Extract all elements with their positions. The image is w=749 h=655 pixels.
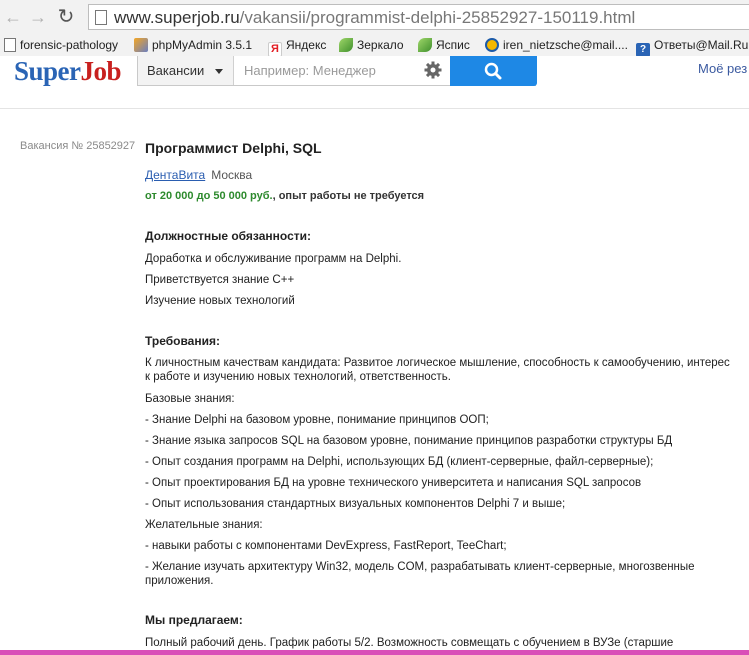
reload-icon[interactable]: ↻	[55, 6, 77, 28]
bookmark-label: Яндекс	[286, 38, 327, 52]
url-path: /vakansii/programmist-delphi-25852927-15…	[239, 8, 636, 27]
basic-knowledge-item: - Знание языка запросов SQL на базовом у…	[145, 435, 673, 447]
logo-part-super: Super	[14, 56, 81, 86]
basic-knowledge-item: - Опыт проектирования БД на уровне техни…	[145, 477, 642, 489]
bookmark-label: Ответы@Mail.Ru	[654, 38, 749, 52]
offer-text: Полный рабочий день. График работы 5/2. …	[145, 637, 674, 649]
bookmark-forensic-pathology[interactable]: forensic-pathology	[4, 37, 118, 53]
bookmark-phpmyadmin[interactable]: phpMyAdmin 3.5.1	[134, 37, 252, 53]
yandex-icon: Я	[268, 42, 282, 57]
duties-heading: Должностные обязанности:	[145, 229, 311, 243]
bookmark-yandex[interactable]: Я Яндекс	[268, 37, 326, 57]
back-arrow-icon[interactable]: ←	[2, 6, 24, 28]
mirror-icon	[339, 38, 353, 52]
bookmark-label: phpMyAdmin 3.5.1	[152, 38, 253, 52]
logo-part-job: Job	[80, 56, 122, 86]
category-select[interactable]: Вакансии	[138, 56, 234, 85]
chevron-down-icon	[215, 69, 223, 74]
search-input[interactable]	[234, 56, 434, 85]
bookmark-mail[interactable]: iren_nietzsche@mail....	[485, 37, 628, 53]
vacancy-title: Программист Delphi, SQL	[145, 140, 322, 156]
salary-value: от 20 000 до 50 000 руб.	[145, 190, 273, 202]
basic-knowledge-item: - Опыт создания программ на Delphi, испо…	[145, 456, 654, 468]
desired-knowledge-item: - навыки работы с компонентами DevExpres…	[145, 540, 507, 552]
salary-line: от 20 000 до 50 000 руб., опыт работы не…	[145, 190, 424, 202]
forward-arrow-icon[interactable]: →	[27, 6, 49, 28]
bookmark-yaspis[interactable]: Яспис	[418, 37, 470, 53]
my-resume-link[interactable]: Моё рез	[698, 61, 747, 76]
desired-knowledge-item: - Желание изучать архитектуру Win32, мод…	[145, 561, 695, 587]
requirements-heading: Требования:	[145, 334, 220, 348]
answers-icon: ?	[636, 43, 650, 57]
bookmark-label: Яспис	[436, 38, 470, 52]
site-header: SuperJob Вакансии Моё рез	[0, 56, 749, 109]
document-icon	[4, 38, 16, 52]
basic-knowledge-item: - Знание Delphi на базовом уровне, поним…	[145, 414, 489, 426]
requirements-intro: К личностным качествам кандидата: Развит…	[145, 357, 730, 383]
phpmyadmin-icon	[134, 38, 148, 52]
company-line: ДентаВита Москва	[145, 168, 252, 182]
bookmarks-bar: forensic-pathology phpMyAdmin 3.5.1 Я Янд…	[0, 34, 749, 57]
search-icon	[484, 62, 502, 80]
page-icon	[95, 10, 107, 25]
bookmark-label: Зеркало	[357, 38, 404, 52]
bookmark-answers[interactable]: ? Ответы@Mail.Ru	[636, 37, 748, 57]
experience-text: , опыт работы не требуется	[272, 190, 425, 202]
duty-item: Приветствуется знание С++	[145, 274, 295, 286]
gear-icon[interactable]	[423, 60, 443, 80]
bookmark-label: forensic-pathology	[20, 38, 119, 52]
offer-heading: Мы предлагаем:	[145, 613, 243, 627]
company-link[interactable]: ДентаВита	[145, 168, 205, 182]
browser-toolbar: ← → ↻ www.superjob.ru/vakansii/programmi…	[0, 0, 749, 34]
basic-knowledge-label: Базовые знания:	[145, 393, 235, 405]
superjob-logo[interactable]: SuperJob	[14, 56, 122, 87]
vacancy-number: Вакансия № 25852927	[20, 140, 136, 152]
duty-item: Изучение новых технологий	[145, 295, 295, 307]
bookmark-label: iren_nietzsche@mail....	[503, 38, 628, 52]
search-button[interactable]	[450, 56, 537, 86]
desired-knowledge-label: Желательные знания:	[145, 519, 263, 531]
url-text[interactable]: www.superjob.ru/vakansii/programmist-del…	[114, 8, 635, 28]
duty-item: Доработка и обслуживание программ на Del…	[145, 253, 402, 265]
taskbar-edge	[0, 650, 749, 655]
bookmark-mirror[interactable]: Зеркало	[339, 37, 404, 53]
basic-knowledge-item: - Опыт использования стандартных визуаль…	[145, 498, 566, 510]
mail-icon	[485, 38, 499, 52]
search-bar: Вакансии	[137, 56, 537, 86]
city-label: Москва	[211, 168, 253, 182]
url-domain: www.superjob.ru	[114, 8, 240, 27]
address-bar[interactable]: www.superjob.ru/vakansii/programmist-del…	[88, 4, 749, 30]
yaspis-icon	[418, 38, 432, 52]
category-label: Вакансии	[147, 63, 205, 78]
